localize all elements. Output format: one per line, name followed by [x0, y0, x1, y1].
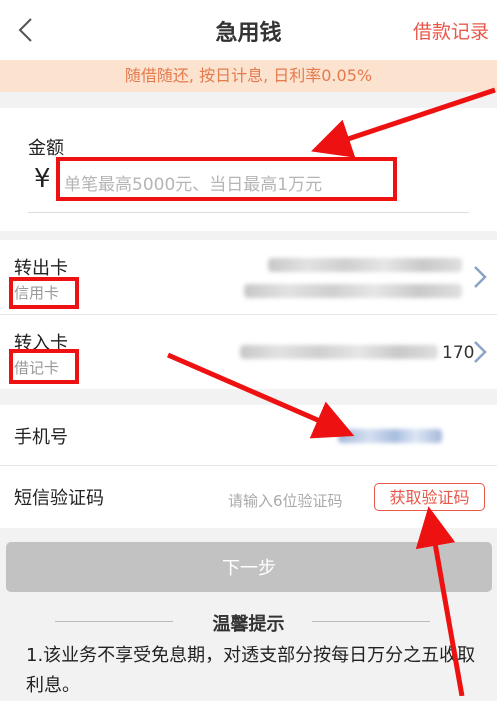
- next-step-button[interactable]: 下一步: [6, 542, 492, 592]
- blurred-card-number: [244, 284, 462, 298]
- phone-row: 手机号: [0, 405, 497, 466]
- get-sms-code-button[interactable]: 获取验证码: [374, 483, 485, 511]
- tips-text: 1.该业务不享受免息期，对透支部分按每日万分之五收取利息。: [26, 645, 476, 696]
- annotation-box-debit-card: [9, 349, 79, 384]
- divider-right: [312, 621, 430, 622]
- chevron-right-icon: [473, 340, 487, 364]
- annotation-box-amount: [56, 157, 397, 201]
- annotation-box-credit-card: [9, 277, 79, 309]
- chevron-right-icon: [473, 265, 487, 289]
- sms-code-row: 短信验证码 请输入6位验证码 获取验证码: [0, 466, 497, 528]
- currency-symbol: ¥: [34, 164, 51, 194]
- phone-label: 手机号: [14, 427, 68, 448]
- interest-notice-banner: 随借随还, 按日计息, 日利率0.05%: [0, 60, 497, 92]
- blurred-phone-number: [338, 429, 442, 443]
- loan-records-link[interactable]: 借款记录: [413, 17, 489, 44]
- blurred-card-name: [268, 258, 462, 272]
- nav-header: 急用钱 借款记录: [0, 0, 497, 60]
- tips-header: 温馨提示: [0, 608, 497, 635]
- amount-divider: [28, 212, 469, 213]
- tips-title: 温馨提示: [212, 614, 285, 635]
- sms-code-input[interactable]: 请输入6位验证码: [228, 490, 343, 511]
- blurred-card-number: [240, 345, 438, 359]
- sms-code-label: 短信验证码: [14, 488, 104, 509]
- transfer-in-card-tail: 170: [442, 343, 475, 363]
